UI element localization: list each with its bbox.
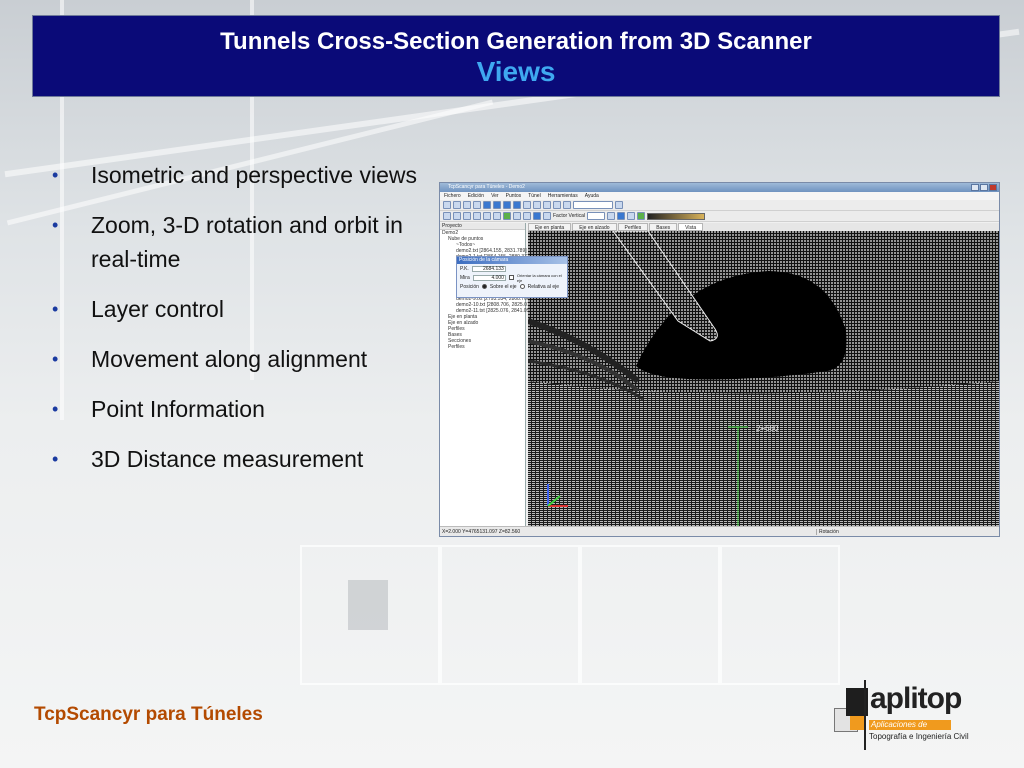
palette-icon[interactable]: [636, 212, 645, 220]
menu-fichero[interactable]: Fichero: [444, 192, 461, 200]
on-axis-radio[interactable]: [481, 284, 487, 289]
ellipse-icon[interactable]: [483, 212, 491, 220]
cube-front-icon[interactable]: [493, 201, 501, 209]
bullet-glyph: •: [52, 449, 59, 469]
rotate-icon[interactable]: [523, 212, 531, 220]
feature-item: • 3D Distance measurement: [48, 442, 448, 476]
new-file-icon[interactable]: [443, 201, 451, 209]
project-tree-panel: Proyecto Demo2 Nube de puntos ~Todos~ de…: [440, 223, 568, 526]
on-axis-label: Sobre el eje: [489, 283, 517, 290]
open-file-icon[interactable]: [453, 201, 461, 209]
cube-side-icon[interactable]: [503, 201, 511, 209]
tunnel-point-cloud: 2+680: [528, 231, 999, 526]
line-icon[interactable]: [463, 212, 471, 220]
logo-tagline-band: Aplicaciones de: [869, 720, 951, 730]
pencil-icon[interactable]: [533, 212, 541, 220]
color-gradient-select[interactable]: [646, 212, 705, 220]
camera-position-dialog: Posición de la cámara P.K. 2684.133 Mira…: [456, 256, 568, 298]
minimize-button[interactable]: [971, 184, 979, 191]
slide-title-banner: Tunnels Cross-Section Generation from 3D…: [32, 15, 1000, 97]
bullet-glyph: •: [52, 165, 59, 185]
tab-eje-alzado[interactable]: Eje en alzado: [572, 223, 617, 231]
aplitop-logo: aplitop Aplicaciones de Topografía e Ing…: [832, 676, 1004, 750]
logo-wordmark: aplitop: [870, 682, 962, 715]
tab-vista[interactable]: Vista: [678, 223, 704, 231]
feature-item: • Isometric and perspective views: [48, 158, 448, 192]
settings-icon[interactable]: [615, 201, 623, 209]
menu-ayuda[interactable]: Ayuda: [585, 192, 599, 200]
mira-field[interactable]: 4.000: [472, 274, 506, 281]
text-icon[interactable]: [543, 212, 551, 220]
tree-item[interactable]: Perfiles: [440, 344, 525, 350]
pan-icon[interactable]: [563, 201, 571, 209]
vertical-factor-input[interactable]: [586, 212, 605, 220]
zoom-in-icon[interactable]: [523, 201, 531, 209]
zoom-out-icon[interactable]: [533, 201, 541, 209]
bullet-glyph: •: [52, 299, 59, 319]
menu-puntos[interactable]: Puntos: [506, 192, 522, 200]
feature-item: • Movement along alignment: [48, 342, 448, 376]
move-icon[interactable]: [443, 212, 451, 220]
feature-item: • Point Information: [48, 392, 448, 426]
pk-field[interactable]: 2684.133: [471, 265, 506, 272]
status-bar: X=2.000 Y=4765131.097 Z=82.560 Rotación: [440, 526, 999, 536]
status-mode: Rotación: [816, 528, 839, 535]
zoom-extents-icon[interactable]: [553, 201, 561, 209]
measure-icon[interactable]: [503, 212, 511, 220]
view-tab-bar: Eje en planta Eje en alzado Perfiles Bas…: [528, 223, 999, 231]
cube-view-icon[interactable]: [483, 201, 491, 209]
position-label: Posición: [460, 283, 479, 290]
app-window-title: TcpScancyr para Túneles - Demo2: [448, 184, 525, 190]
3d-viewport[interactable]: 2+680: [528, 231, 999, 526]
menu-herramientas[interactable]: Herramientas: [548, 192, 578, 200]
footer-product-name: TcpScancyr para Túneles: [34, 704, 263, 725]
slide-title: Tunnels Cross-Section Generation from 3D…: [220, 28, 812, 55]
maximize-button[interactable]: [980, 184, 988, 191]
info-point-icon[interactable]: [513, 212, 521, 220]
bullet-glyph: •: [52, 349, 59, 369]
menu-ver[interactable]: Ver: [491, 192, 499, 200]
bullet-glyph: •: [52, 399, 59, 419]
feature-list: • Isometric and perspective views • Zoom, …: [48, 158, 448, 492]
tab-bases[interactable]: Bases: [649, 223, 678, 231]
vertical-factor-label: Factor Vertical: [553, 213, 585, 219]
status-coordinates: X=2.000 Y=4765131.097 Z=82.560: [442, 528, 521, 535]
info-icon[interactable]: [616, 212, 625, 220]
pk-label: P.K.: [460, 265, 469, 272]
mira-label: Mira: [460, 274, 470, 281]
app-title-bar: TcpScancyr para Túneles - Demo2: [440, 183, 999, 192]
bullet-glyph: •: [52, 215, 59, 235]
camera-icon[interactable]: [606, 212, 615, 220]
menu-edicion[interactable]: Edición: [468, 192, 484, 200]
orient-camera-label: Orientar la cámara con el eje: [516, 272, 562, 283]
feature-item: • Zoom, 3-D rotation and orbit in real-ti…: [48, 208, 448, 276]
filter-icon[interactable]: [626, 212, 635, 220]
tab-eje-planta[interactable]: Eje en planta: [528, 223, 572, 231]
arc-icon[interactable]: [493, 212, 501, 220]
polyline-icon[interactable]: [473, 212, 481, 220]
logo-subtitle: Topografía e Ingeniería Civil: [869, 732, 969, 741]
zoom-window-icon[interactable]: [543, 201, 551, 209]
panel-title: Proyecto: [440, 223, 525, 230]
app-menu-bar: Fichero Edición Ver Puntos Túnel Herrami…: [440, 192, 999, 200]
tab-perfiles[interactable]: Perfiles: [617, 223, 649, 231]
layer-select[interactable]: [573, 201, 613, 209]
print-icon[interactable]: [473, 201, 481, 209]
relative-axis-radio[interactable]: [519, 284, 525, 289]
dialog-title: Posición de la cámara: [457, 257, 567, 264]
station-label: 2+680: [756, 424, 779, 433]
main-toolbar: [440, 200, 999, 211]
close-button[interactable]: [989, 184, 997, 191]
secondary-toolbar: Factor Vertical: [440, 211, 999, 222]
relative-axis-label: Relativa al eje: [527, 283, 559, 290]
save-icon[interactable]: [463, 201, 471, 209]
slide-subtitle: Views: [476, 56, 556, 87]
circle-icon[interactable]: [453, 212, 461, 220]
app-screenshot-window: TcpScancyr para Túneles - Demo2 Fichero …: [439, 182, 1000, 537]
orient-camera-checkbox[interactable]: [508, 275, 514, 280]
cube-top-icon[interactable]: [513, 201, 521, 209]
feature-item: • Layer control: [48, 292, 448, 326]
menu-tunel[interactable]: Túnel: [528, 192, 541, 200]
app-workspace: Proyecto Demo2 Nube de puntos ~Todos~ de…: [440, 223, 999, 526]
